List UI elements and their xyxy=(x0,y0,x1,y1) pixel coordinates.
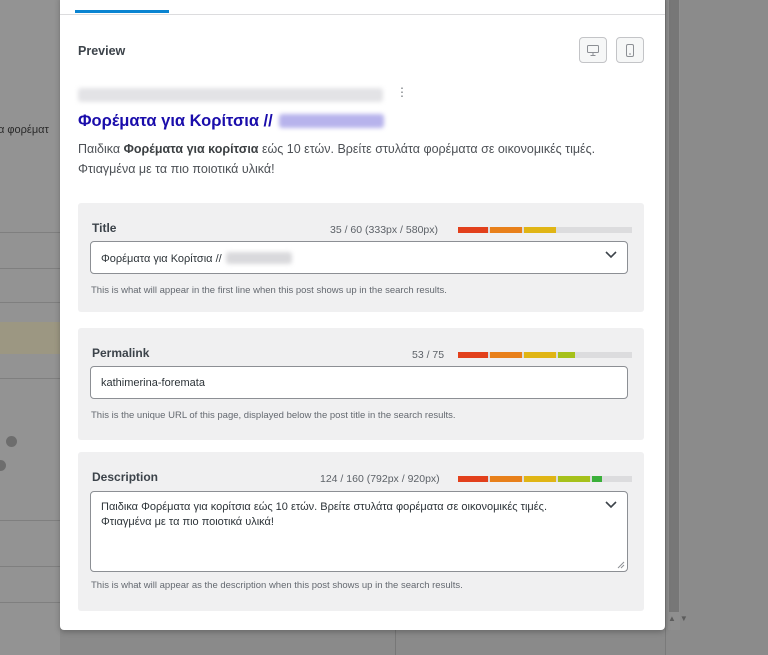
help-icon xyxy=(0,460,6,471)
title-label: Title xyxy=(92,221,117,235)
preview-heading: Preview xyxy=(78,44,126,58)
description-field-card: Description 124 / 160 (792px / 920px) Πα… xyxy=(78,452,644,611)
background-notice-band xyxy=(0,322,60,354)
serp-description: Παιδικα Φορέματα για κορίτσια εώς 10 ετώ… xyxy=(78,142,596,176)
description-textarea[interactable]: Παιδικα Φορέματα για κορίτσια εώς 10 ετώ… xyxy=(90,491,628,572)
tab-bar xyxy=(60,0,665,15)
serp-title-blurred xyxy=(278,114,384,128)
description-counter: 124 / 160 (792px / 920px) xyxy=(320,473,440,485)
background-cropped-text: α φορέματ xyxy=(0,124,49,136)
serp-title: Φορέματα για Κορίτσια // xyxy=(78,112,384,131)
mobile-preview-button[interactable] xyxy=(616,37,644,63)
background-page-left: α φορέματ xyxy=(0,0,60,655)
resize-handle-icon[interactable] xyxy=(617,561,625,569)
title-length-meter xyxy=(458,227,632,233)
description-label: Description xyxy=(92,470,159,484)
permalink-field-card: Permalink 53 / 75 kathimerina-foremata T… xyxy=(78,328,644,440)
permalink-input[interactable]: kathimerina-foremata xyxy=(90,366,628,399)
tab-active-indicator[interactable] xyxy=(75,10,169,13)
title-input[interactable]: Φορέματα για Κορίτσια // xyxy=(90,241,628,274)
desktop-icon xyxy=(587,44,599,56)
serp-title-text: Φορέματα για Κορίτσια // xyxy=(78,112,273,130)
title-hint: This is what will appear in the first li… xyxy=(91,285,447,296)
seo-modal: Preview ⋮ Φορέματα για Κορίτσια // Παιδι… xyxy=(60,0,665,630)
chevron-down-icon[interactable] xyxy=(605,251,617,259)
help-icon xyxy=(6,436,17,447)
permalink-hint: This is the unique URL of this page, dis… xyxy=(91,410,456,421)
permalink-length-meter xyxy=(458,352,632,358)
scrollbar-thumb[interactable] xyxy=(669,0,679,612)
serp-url-blurred xyxy=(78,88,383,102)
permalink-counter: 53 / 75 xyxy=(412,349,445,361)
mobile-icon xyxy=(626,43,634,57)
description-hint: This is what will appear as the descript… xyxy=(91,580,463,591)
permalink-label: Permalink xyxy=(92,346,150,360)
title-counter: 35 / 60 (333px / 580px) xyxy=(330,224,438,236)
title-field-card: Title 35 / 60 (333px / 580px) Φορέματα γ… xyxy=(78,203,644,312)
chevron-down-icon[interactable] xyxy=(605,501,617,509)
scroll-arrows[interactable]: ▲▼ xyxy=(668,614,698,623)
description-length-meter xyxy=(458,476,632,482)
more-options-icon: ⋮ xyxy=(396,85,408,99)
background-page-right xyxy=(665,0,768,655)
desktop-preview-button[interactable] xyxy=(579,37,607,63)
